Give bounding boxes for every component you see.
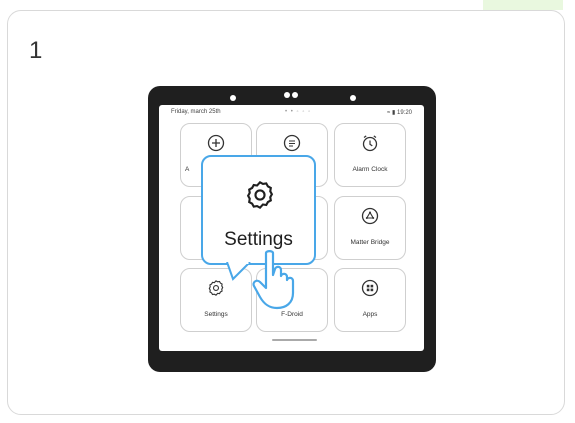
step-number: 1 — [29, 37, 43, 64]
home-indicator-bar — [272, 339, 317, 341]
gear-icon — [244, 179, 276, 216]
sensor-dot-right — [350, 95, 356, 101]
alarm-clock-icon — [361, 134, 379, 157]
app-tile-label: Alarm Clock — [352, 166, 388, 173]
app-tile-alarm-clock[interactable]: Alarm Clock — [334, 123, 406, 187]
app-tile-label: Apps — [362, 311, 378, 318]
app-tile-label: F-Droid — [281, 311, 303, 318]
sensor-dot-left — [230, 95, 236, 101]
status-time: ≈ ▮ 19:20 — [387, 110, 412, 116]
camera-right — [292, 92, 298, 98]
matter-bridge-icon — [361, 207, 379, 230]
plus-circle-icon — [207, 134, 225, 157]
camera-left — [284, 92, 290, 98]
tap-hand-icon — [252, 250, 295, 310]
widget-icon — [283, 134, 301, 157]
app-tile-apps[interactable]: Apps — [334, 268, 406, 332]
status-date: Friday, march 25th — [171, 109, 221, 115]
corner-tab — [483, 0, 563, 10]
settings-callout-label: Settings — [224, 229, 293, 250]
app-tile-matter-bridge[interactable]: Matter Bridge — [334, 196, 406, 260]
status-bar: Friday, march 25th • • ◦ ◦ ◦ ≈ ▮ 19:20 — [159, 109, 424, 119]
apps-icon — [361, 279, 379, 302]
app-tile-label: Matter Bridge — [350, 239, 390, 246]
app-tile-label: Settings — [204, 311, 228, 318]
page-indicator: • • ◦ ◦ ◦ — [285, 109, 312, 115]
gear-icon — [207, 279, 225, 302]
